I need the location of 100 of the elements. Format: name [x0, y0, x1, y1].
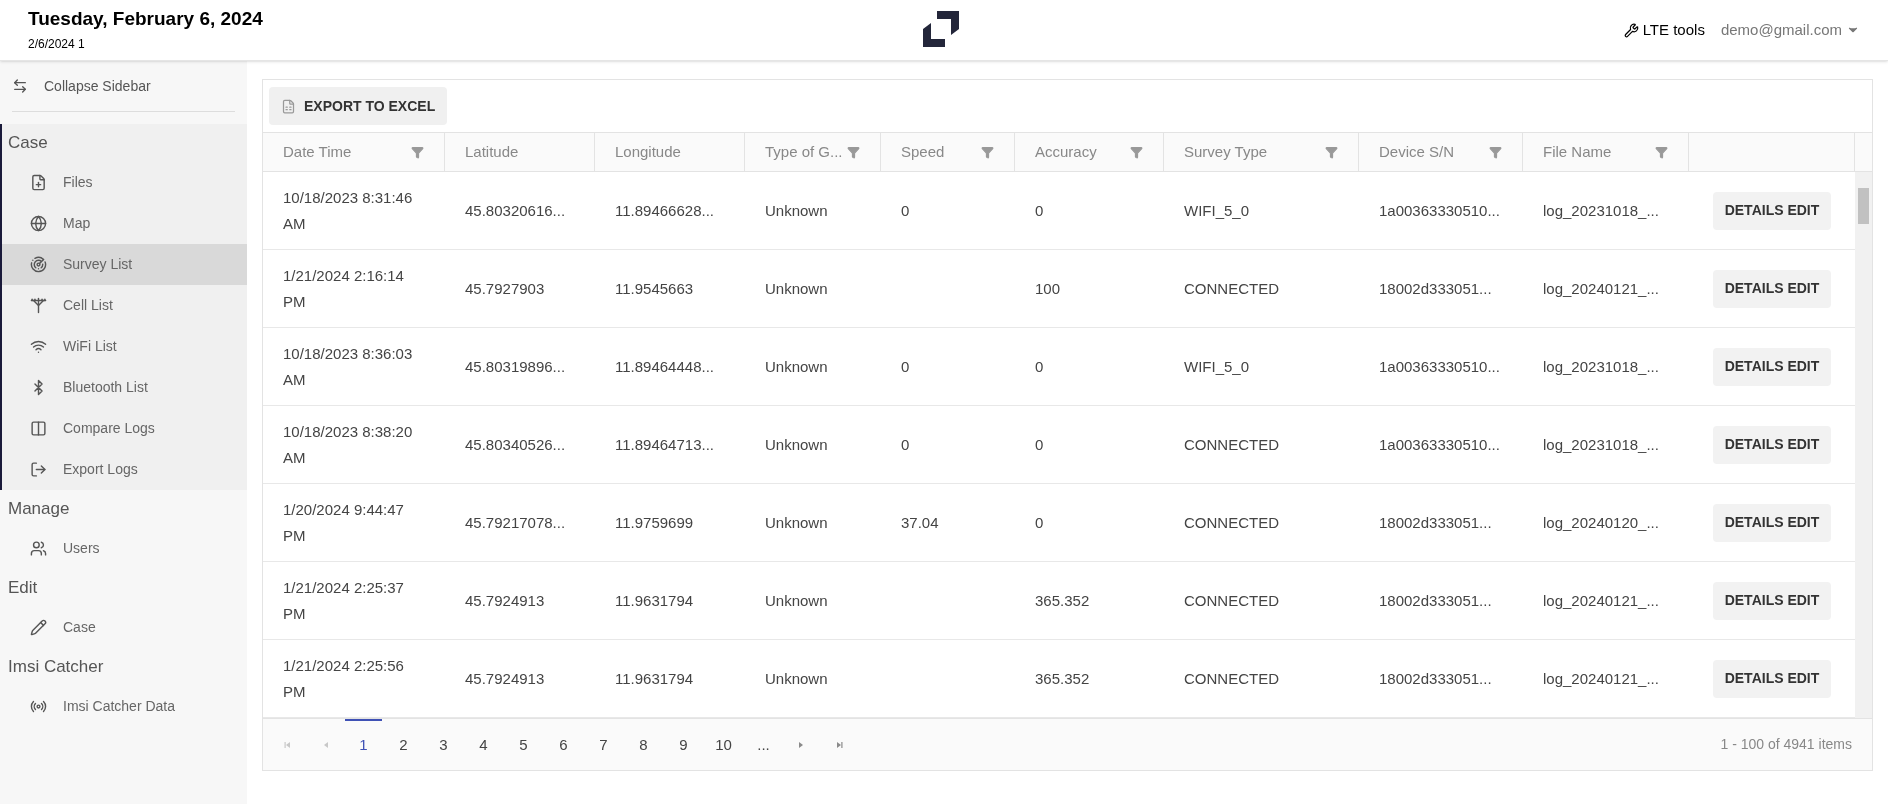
sidebar-item[interactable]: Users — [2, 528, 247, 569]
table-cell: 37.04 — [901, 513, 939, 531]
table-cell: Unknown — [765, 279, 828, 297]
table-cell: 0 — [901, 201, 910, 219]
users-icon — [30, 540, 47, 557]
page-link[interactable]: ... — [745, 718, 782, 771]
details-edit-button[interactable]: DETAILS EDIT — [1712, 191, 1832, 230]
table-cell: 100 — [1035, 279, 1061, 297]
sidebar-item[interactable]: Imsi Catcher Data — [2, 686, 247, 727]
tower-icon — [30, 297, 47, 314]
export-excel-button[interactable]: EXPORT TO EXCEL — [269, 87, 448, 125]
page-link[interactable]: 1 — [345, 718, 382, 771]
sidebar-item[interactable]: Compare Logs — [2, 408, 247, 449]
table-cell: 45.7924913 — [465, 669, 545, 687]
sidebar-item[interactable]: Bluetooth List — [2, 367, 247, 408]
table-cell: 18002d333051... — [1379, 279, 1492, 297]
section-title: Imsi Catcher — [7, 656, 105, 679]
table-cell: CONNECTED — [1184, 279, 1279, 297]
page-link[interactable]: 6 — [545, 718, 582, 771]
table-cell: 1a00363330510... — [1379, 201, 1500, 219]
details-edit-button[interactable]: DETAILS EDIT — [1712, 503, 1832, 542]
sidebar-item[interactable]: Cell List — [2, 285, 247, 326]
filter-icon[interactable] — [981, 145, 994, 159]
page-link[interactable]: 10 — [705, 718, 742, 771]
column-header[interactable]: Type of G... — [745, 133, 881, 171]
table-cell: Unknown — [765, 357, 828, 375]
column-header[interactable]: Longitude — [595, 133, 745, 171]
table-cell: Unknown — [765, 591, 828, 609]
table-cell: CONNECTED — [1184, 513, 1279, 531]
details-edit-button[interactable]: DETAILS EDIT — [1712, 425, 1832, 464]
details-edit-button[interactable]: DETAILS EDIT — [1712, 269, 1832, 308]
sidebar-item[interactable]: Map — [2, 203, 247, 244]
table-cell: 45.80320616... — [465, 201, 566, 219]
details-edit-button[interactable]: DETAILS EDIT — [1712, 347, 1832, 386]
filter-icon[interactable] — [411, 145, 424, 159]
details-edit-button[interactable]: DETAILS EDIT — [1712, 659, 1832, 698]
table-cell: Unknown — [765, 435, 828, 453]
column-header[interactable]: Device S/N — [1359, 133, 1523, 171]
table-cell: 1/21/2024 2:16:14 PM — [283, 266, 404, 310]
page-link[interactable]: 2 — [385, 718, 422, 771]
broadcast-icon — [30, 698, 47, 715]
sidebar-item[interactable]: WiFi List — [2, 326, 247, 367]
sidebar-item[interactable]: Case — [2, 607, 247, 648]
scrollbar[interactable] — [1855, 172, 1872, 718]
page-link[interactable]: 3 — [425, 718, 462, 771]
table-cell: 0 — [1035, 435, 1044, 453]
section-title: Edit — [7, 577, 39, 600]
table-cell: CONNECTED — [1184, 669, 1279, 687]
filter-icon[interactable] — [1130, 145, 1143, 159]
filter-icon[interactable] — [847, 145, 860, 159]
page-link[interactable]: 7 — [585, 718, 622, 771]
column-header[interactable]: Speed — [881, 133, 1015, 171]
table-cell: 18002d333051... — [1379, 669, 1492, 687]
table-cell: 0 — [901, 357, 910, 375]
table-cell: Unknown — [765, 513, 828, 531]
column-header[interactable]: Survey Type — [1164, 133, 1359, 171]
column-header[interactable]: Accuracy — [1015, 133, 1164, 171]
filter-icon[interactable] — [1325, 145, 1338, 159]
table-cell: 11.9759699 — [615, 513, 694, 531]
details-edit-button[interactable]: DETAILS EDIT — [1712, 581, 1832, 620]
table-cell: 18002d333051... — [1379, 513, 1492, 531]
table-cell: 1/21/2024 2:25:56 PM — [283, 656, 404, 700]
table-cell: WIFI_5_0 — [1184, 357, 1250, 375]
pencil-icon — [30, 619, 47, 636]
user-menu[interactable]: demo@gmail.com — [1720, 18, 1860, 42]
section-title: Manage — [7, 498, 71, 521]
filter-icon[interactable] — [1655, 145, 1668, 159]
column-header[interactable]: Date Time — [263, 133, 445, 171]
tools-link[interactable]: LTE tools — [1623, 18, 1705, 42]
table-cell: CONNECTED — [1184, 435, 1279, 453]
sidebar-item[interactable]: Export Logs — [2, 449, 247, 490]
sidebar-item[interactable]: Survey List — [2, 244, 247, 285]
table-cell: 365.352 — [1035, 591, 1090, 609]
page-link[interactable]: 4 — [465, 718, 502, 771]
table-cell: log_20240121_... — [1543, 279, 1659, 297]
column-header[interactable]: Latitude — [445, 133, 595, 171]
page-link[interactable]: 5 — [505, 718, 542, 771]
page-link[interactable]: 9 — [665, 718, 702, 771]
table-cell: log_20240121_... — [1543, 591, 1659, 609]
table-cell: 1/21/2024 2:25:37 PM — [283, 578, 404, 622]
first-page-icon[interactable] — [283, 739, 293, 750]
column-header[interactable]: File Name — [1523, 133, 1689, 171]
table-cell: WIFI_5_0 — [1184, 201, 1250, 219]
columns-icon — [30, 420, 47, 437]
table-cell: 11.89464448... — [615, 357, 714, 375]
table-cell: 1a00363330510... — [1379, 435, 1500, 453]
table-cell: 1/20/2024 9:44:47 PM — [283, 500, 404, 544]
table-cell: Unknown — [765, 201, 828, 219]
table-cell: 11.9545663 — [615, 279, 694, 297]
swap-icon — [12, 78, 28, 94]
sidebar-item[interactable]: Files — [2, 162, 247, 203]
table-cell: CONNECTED — [1184, 591, 1279, 609]
filter-icon[interactable] — [1489, 145, 1502, 159]
last-page-icon[interactable] — [834, 739, 844, 750]
collapse-sidebar-button[interactable]: Collapse Sidebar — [0, 61, 247, 111]
table-cell: 45.80319896... — [465, 357, 566, 375]
table-cell: Unknown — [765, 669, 828, 687]
page-link[interactable]: 8 — [625, 718, 662, 771]
table-cell: 0 — [1035, 201, 1044, 219]
section-title: Case — [7, 132, 49, 155]
